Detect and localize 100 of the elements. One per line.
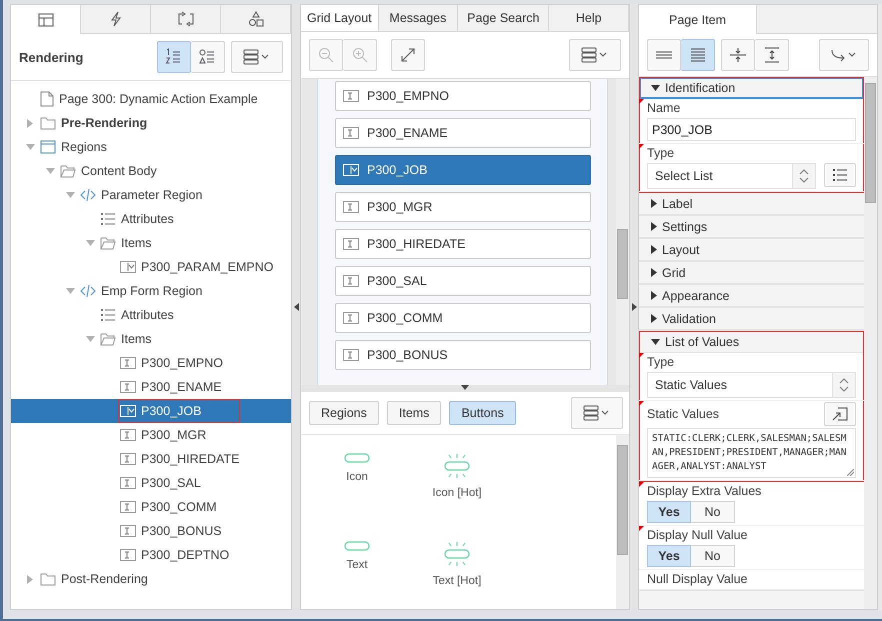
view-toggle-button[interactable]	[681, 39, 715, 71]
view-toggle-button[interactable]	[191, 41, 225, 73]
scrollbar[interactable]	[616, 435, 629, 609]
tree-item[interactable]: P300_BONUS	[11, 519, 291, 543]
gallery-tab[interactable]: Regions	[309, 401, 379, 425]
tree-item[interactable]: P300_EMPNO	[11, 351, 291, 375]
region-icon	[40, 140, 56, 154]
collapse-arrow-icon	[461, 385, 469, 390]
grid-item[interactable]: P300_HIREDATE	[335, 229, 591, 259]
tree-label: P300_HIREDATE	[141, 452, 240, 466]
list-button[interactable]	[824, 163, 856, 187]
grid-item[interactable]: P300_ENAME	[335, 118, 591, 148]
grid-item[interactable]: P300_BONUS	[335, 340, 591, 370]
tree-label: Items	[121, 332, 152, 346]
grid-item[interactable]: P300_JOB	[335, 155, 591, 185]
zoom-in-icon	[352, 47, 368, 63]
view-toggle-button[interactable]	[721, 39, 755, 71]
tree-item[interactable]: P300_JOB	[11, 399, 291, 423]
expand-arrows-icon	[400, 47, 416, 63]
section-header[interactable]: Layout	[639, 239, 864, 261]
numbered-list-icon	[165, 48, 183, 66]
toggle-option[interactable]: Yes	[647, 501, 691, 523]
collapsed-caret-icon	[651, 222, 657, 231]
grid-item[interactable]: P300_EMPNO	[335, 81, 591, 111]
tree-label: P300_ENAME	[141, 380, 222, 394]
folder-icon	[40, 116, 56, 130]
tree-item[interactable]: Post-Rendering	[11, 567, 291, 591]
button-type-label[interactable]: Text	[346, 559, 368, 571]
tree-label: P300_DEPTNO	[141, 548, 230, 562]
tree-item[interactable]: P300_PARAM_EMPNO	[11, 255, 291, 279]
zoom-out-icon	[318, 47, 334, 63]
tree-item[interactable]: Pre-Rendering	[11, 111, 291, 135]
collapsed-caret-icon	[651, 268, 657, 277]
section-header[interactable]: Settings	[639, 216, 864, 238]
menu-button[interactable]	[571, 397, 623, 429]
section-header[interactable]: Validation	[639, 308, 864, 330]
code-icon	[80, 188, 96, 202]
scrollbar[interactable]	[616, 79, 629, 385]
toggle-option[interactable]: No	[691, 545, 735, 567]
swap-arrows-icon	[176, 11, 194, 27]
panel-tab[interactable]: Page Item	[639, 5, 757, 34]
select-field[interactable]: Static Values	[647, 372, 856, 398]
tree-item[interactable]: P300_HIREDATE	[11, 447, 291, 471]
field-label: Display Null Value	[647, 528, 748, 542]
required-marker-icon	[639, 401, 644, 406]
menu-button[interactable]	[231, 41, 283, 73]
tree-item[interactable]: Attributes	[11, 303, 291, 327]
field-label: Static Values	[647, 407, 720, 421]
expand-icon	[762, 47, 780, 63]
view-toggle-button[interactable]	[755, 39, 789, 71]
toggle-option[interactable]: Yes	[647, 545, 691, 567]
tree-item[interactable]: P300_MGR	[11, 423, 291, 447]
tree-item[interactable]: P300_DEPTNO	[11, 543, 291, 567]
gallery-tab[interactable]: Items	[386, 401, 442, 425]
grid-item[interactable]: P300_SAL	[335, 266, 591, 296]
gallery-tab[interactable]: Buttons	[449, 401, 516, 425]
grid-item[interactable]: P300_COMM	[335, 303, 591, 333]
text-field-icon	[343, 127, 359, 139]
tree-item[interactable]: Items	[11, 327, 291, 351]
tree-item[interactable]: P300_SAL	[11, 471, 291, 495]
tree-item[interactable]: P300_COMM	[11, 495, 291, 519]
static-values-field[interactable]: STATIC:CLERK;CLERK,SALESMAN;SALESMAN,PRESIDENT;PRESIDENT,MANAGER;MANAGER,ANALYST:ANALYST	[647, 428, 856, 478]
button-type-label[interactable]: Icon	[346, 471, 368, 483]
tree-label: P300_JOB	[141, 404, 202, 418]
tree-item[interactable]: Items	[11, 231, 291, 255]
tree-item[interactable]: Parameter Region	[11, 183, 291, 207]
button-type-label[interactable]: Text [Hot]	[432, 575, 482, 587]
section-header[interactable]: Identification	[639, 77, 864, 99]
up-down-chevron-icon	[799, 168, 809, 184]
tree-item[interactable]: P300_ENAME	[11, 375, 291, 399]
tree-item[interactable]: Emp Form Region	[11, 279, 291, 303]
required-marker-icon	[639, 526, 644, 531]
select-field[interactable]: Select List	[647, 163, 816, 189]
section-header[interactable]: Appearance	[639, 285, 864, 307]
view-toggle-button[interactable]	[647, 39, 681, 71]
open-editor-button[interactable]	[824, 402, 856, 426]
tree-item[interactable]: Content Body	[11, 159, 291, 183]
menu-caret-icon	[583, 405, 611, 421]
tree-label: Parameter Region	[101, 188, 202, 202]
tree-item[interactable]: Attributes	[11, 207, 291, 231]
scrollbar[interactable]	[864, 77, 877, 609]
tree-item[interactable]: Page 300: Dynamic Action Example	[11, 87, 291, 111]
section-header[interactable]: Grid	[639, 262, 864, 284]
grid-item[interactable]: P300_MGR	[335, 192, 591, 222]
text-field[interactable]: P300_JOB	[647, 118, 856, 141]
toggle-option[interactable]: No	[691, 501, 735, 523]
view-toggle-button[interactable]	[157, 41, 191, 73]
tree-label: Attributes	[121, 308, 174, 322]
section-header[interactable]: List of Values	[639, 331, 864, 353]
tree-item[interactable]: Regions	[11, 135, 291, 159]
menu-button[interactable]	[569, 39, 621, 71]
button-type-label[interactable]: Icon [Hot]	[432, 487, 482, 499]
expand-button[interactable]	[391, 39, 425, 71]
go-to-menu-button[interactable]	[819, 39, 869, 71]
collapse-icon	[729, 47, 747, 63]
collapse-arrow-icon	[294, 303, 298, 311]
panel-tab[interactable]: Grid Layout	[301, 5, 379, 31]
section-header[interactable]: Label	[639, 193, 864, 215]
panel-tab[interactable]	[11, 5, 81, 34]
collapsed-caret-icon	[651, 291, 657, 300]
